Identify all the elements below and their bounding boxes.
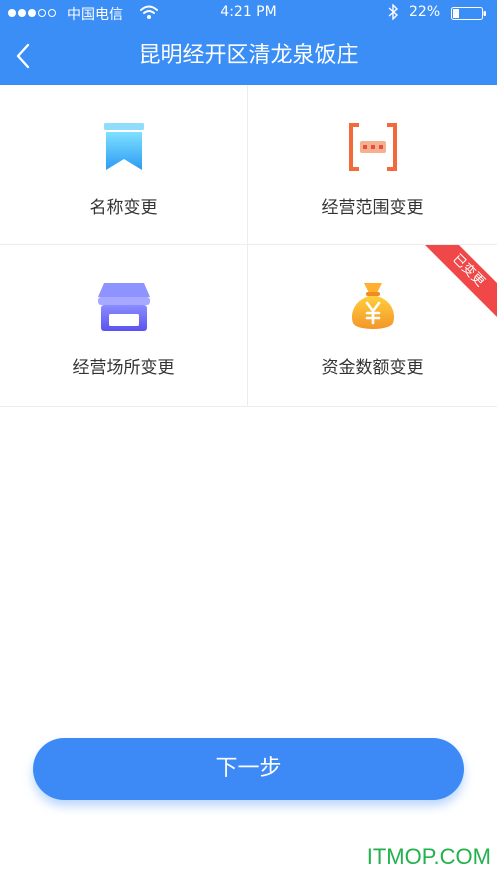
option-label: 经营范围变更 — [321, 198, 424, 218]
page-title: 昆明经开区清龙泉饭庄 — [138, 43, 359, 68]
signal-dot — [28, 9, 36, 17]
money-bag-icon — [351, 283, 394, 329]
battery-percent: 22% — [409, 4, 441, 20]
option-capital-change[interactable]: 已变更 资金数额变更 — [248, 245, 497, 406]
change-options-grid: 名称变更 经营范围变更 经营场所变更 已变更 资金数额变更 — [0, 85, 497, 407]
option-scope-change[interactable]: 经营范围变更 — [248, 85, 497, 245]
bookmark-icon — [103, 123, 144, 170]
back-button[interactable] — [6, 37, 40, 75]
brackets-icon — [348, 123, 397, 171]
screen: 中国电信 4:21 PM 22% 昆明经开区清龙泉饭庄 名称变更 经营范围变更 … — [0, 0, 497, 883]
signal-dot — [8, 9, 16, 17]
signal-dot — [18, 9, 26, 17]
option-label: 经营场所变更 — [72, 358, 175, 378]
shop-icon — [97, 283, 150, 331]
option-name-change[interactable]: 名称变更 — [0, 85, 248, 245]
changed-badge: 已变更 — [420, 245, 497, 319]
chevron-left-icon — [16, 43, 30, 69]
signal-strength-icon — [8, 9, 56, 17]
wifi-icon — [140, 5, 158, 19]
battery-icon — [451, 7, 486, 20]
watermark: ITMOP.COM — [366, 844, 491, 869]
option-label: 资金数额变更 — [321, 358, 424, 378]
signal-dot — [48, 9, 56, 17]
carrier-name: 中国电信 — [67, 7, 123, 23]
nav-bar: 昆明经开区清龙泉饭庄 — [0, 27, 497, 85]
bluetooth-icon — [388, 4, 399, 20]
next-step-button[interactable]: 下一步 — [33, 738, 464, 800]
status-bar: 中国电信 4:21 PM 22% — [0, 0, 497, 27]
option-premises-change[interactable]: 经营场所变更 — [0, 245, 248, 406]
option-label: 名称变更 — [89, 198, 158, 218]
signal-dot — [38, 9, 46, 17]
